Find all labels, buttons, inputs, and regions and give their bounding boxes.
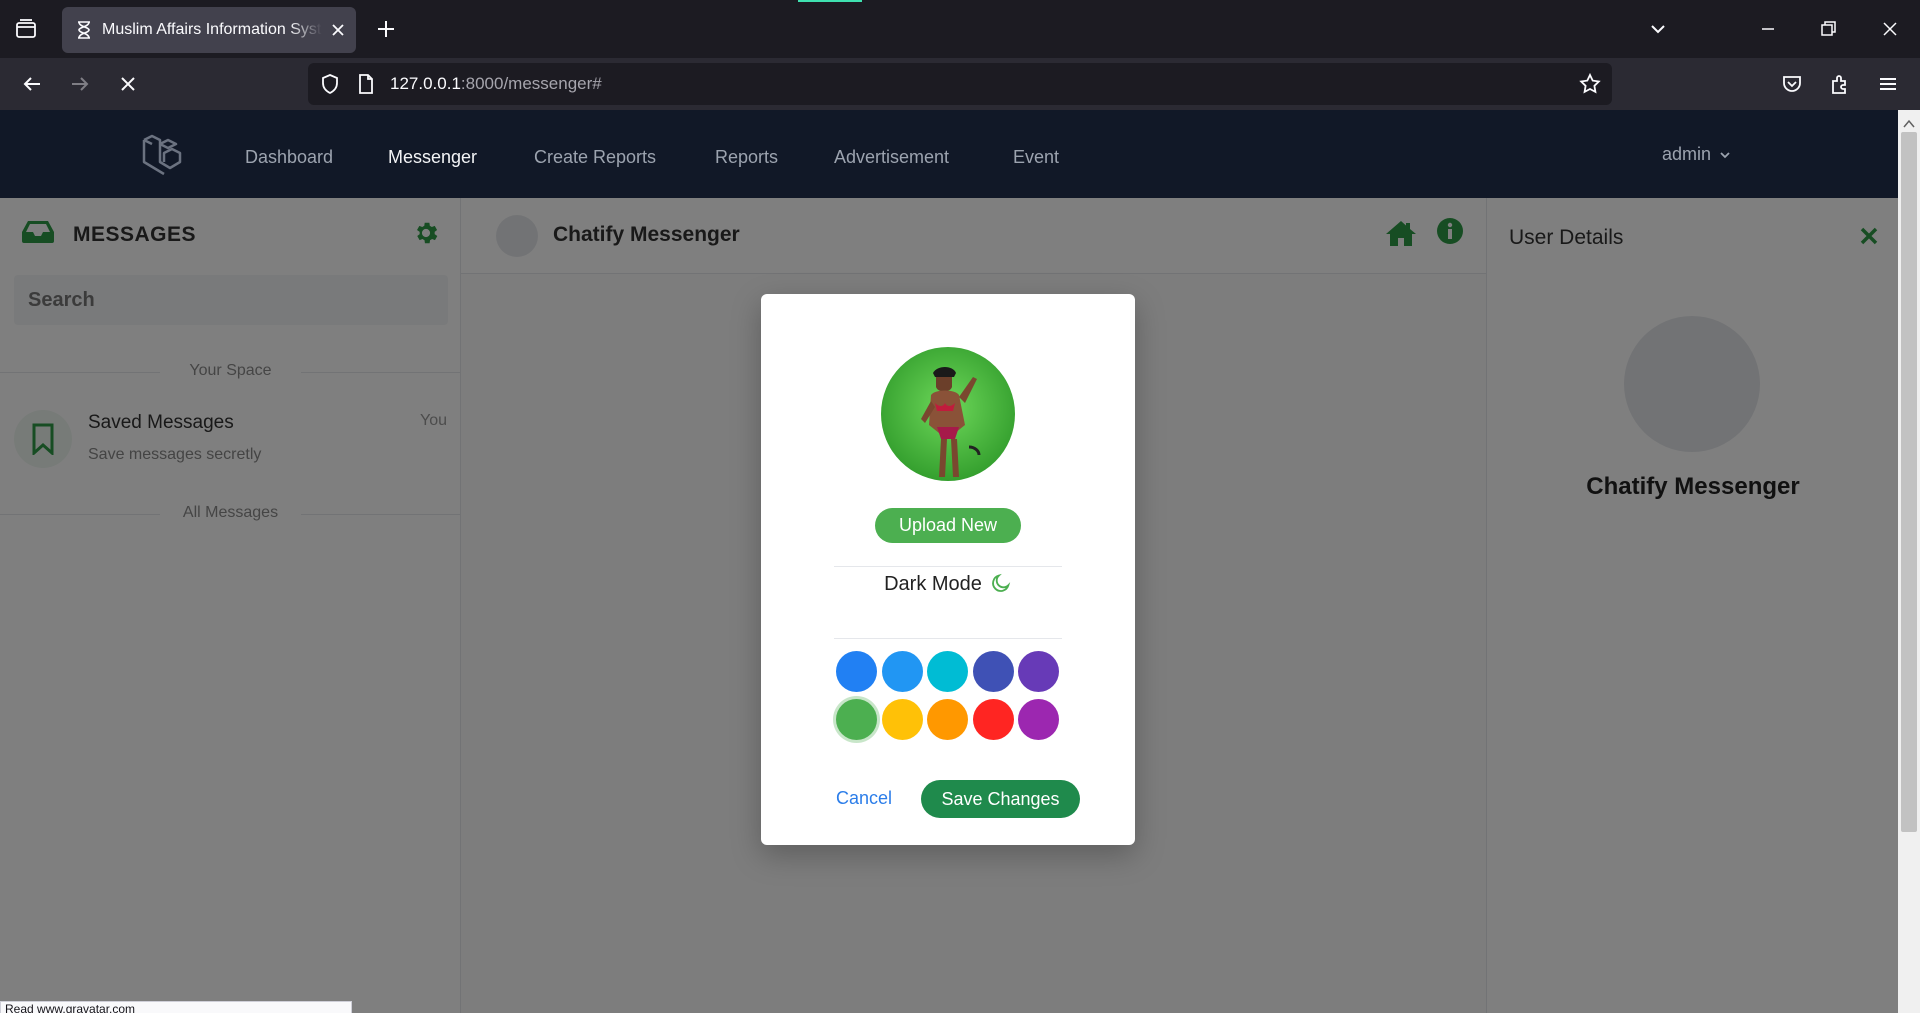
scrollbar-thumb[interactable] bbox=[1901, 132, 1917, 832]
browser-status-bar: Read www.gravatar.com bbox=[0, 1001, 352, 1013]
restore-icon[interactable] bbox=[1816, 17, 1840, 41]
url-text[interactable]: 127.0.0.1:8000/messenger# bbox=[390, 74, 602, 94]
nav-link-event[interactable]: Event bbox=[1013, 147, 1059, 168]
page-icon[interactable] bbox=[354, 72, 378, 96]
color-swatch[interactable] bbox=[972, 651, 1014, 692]
user-name: admin bbox=[1662, 144, 1712, 164]
new-tab-icon[interactable] bbox=[374, 17, 398, 41]
minimize-icon[interactable] bbox=[1756, 17, 1780, 41]
dark-mode-label: Dark Mode bbox=[884, 573, 982, 595]
settings-modal: Upload New Dark Mode Cancel Save Changes bbox=[761, 294, 1135, 845]
nav-link-dashboard[interactable]: Dashboard bbox=[245, 147, 333, 168]
dark-mode-toggle[interactable]: Dark Mode bbox=[761, 572, 1135, 596]
color-swatch[interactable] bbox=[1018, 651, 1059, 692]
upload-new-button[interactable]: Upload New bbox=[875, 508, 1021, 543]
extensions-icon[interactable] bbox=[1828, 72, 1852, 96]
save-changes-button[interactable]: Save Changes bbox=[921, 780, 1080, 818]
color-swatch[interactable] bbox=[881, 651, 923, 692]
list-all-tabs-icon[interactable] bbox=[1646, 17, 1670, 41]
color-swatch[interactable] bbox=[836, 699, 877, 740]
nav-link-advertisement[interactable]: Advertisement bbox=[834, 147, 949, 168]
modal-divider bbox=[834, 638, 1062, 639]
color-swatch[interactable] bbox=[881, 699, 923, 740]
nav-link-reports[interactable]: Reports bbox=[715, 147, 778, 168]
profile-avatar[interactable] bbox=[881, 347, 1015, 481]
chevron-down-icon bbox=[1720, 152, 1730, 159]
scroll-up-arrow-icon[interactable] bbox=[1903, 116, 1915, 128]
browser-nav-bar: 127.0.0.1:8000/messenger# bbox=[0, 58, 1920, 110]
page-scrollbar[interactable] bbox=[1898, 110, 1920, 1013]
browser-tab-bar: Muslim Affairs Information System bbox=[0, 0, 1920, 58]
nav-link-create-reports[interactable]: Create Reports bbox=[534, 147, 656, 168]
address-bar[interactable]: 127.0.0.1:8000/messenger# bbox=[308, 63, 1612, 105]
page-viewport: Dashboard Messenger Create Reports Repor… bbox=[0, 110, 1920, 1013]
forward-arrow-icon[interactable] bbox=[68, 72, 92, 96]
hourglass-icon bbox=[74, 20, 94, 40]
color-swatch[interactable] bbox=[927, 699, 968, 740]
color-swatch[interactable] bbox=[836, 651, 877, 692]
color-swatch[interactable] bbox=[972, 699, 1014, 740]
nav-link-messenger[interactable]: Messenger bbox=[388, 147, 477, 168]
bookmark-star-icon[interactable] bbox=[1578, 72, 1602, 96]
color-swatch[interactable] bbox=[1018, 699, 1059, 740]
app-navbar: Dashboard Messenger Create Reports Repor… bbox=[0, 110, 1898, 198]
tab-title: Muslim Affairs Information System bbox=[102, 21, 322, 38]
browser-tab[interactable]: Muslim Affairs Information System bbox=[62, 7, 356, 53]
tab-loading-indicator bbox=[798, 0, 862, 2]
shield-icon[interactable] bbox=[318, 72, 342, 96]
color-swatch[interactable] bbox=[927, 651, 968, 692]
laravel-logo-icon[interactable] bbox=[140, 132, 186, 178]
moon-icon[interactable] bbox=[990, 572, 1012, 594]
modal-divider bbox=[834, 566, 1062, 567]
pocket-icon[interactable] bbox=[1780, 72, 1804, 96]
close-window-icon[interactable] bbox=[1878, 17, 1902, 41]
menu-icon[interactable] bbox=[1876, 72, 1900, 96]
stop-loading-icon[interactable] bbox=[116, 72, 140, 96]
cancel-button[interactable]: Cancel bbox=[836, 788, 892, 809]
close-tab-icon[interactable] bbox=[328, 20, 348, 40]
user-menu[interactable]: admin bbox=[1662, 144, 1731, 165]
tab-list-icon[interactable] bbox=[14, 17, 38, 41]
back-arrow-icon[interactable] bbox=[20, 72, 44, 96]
